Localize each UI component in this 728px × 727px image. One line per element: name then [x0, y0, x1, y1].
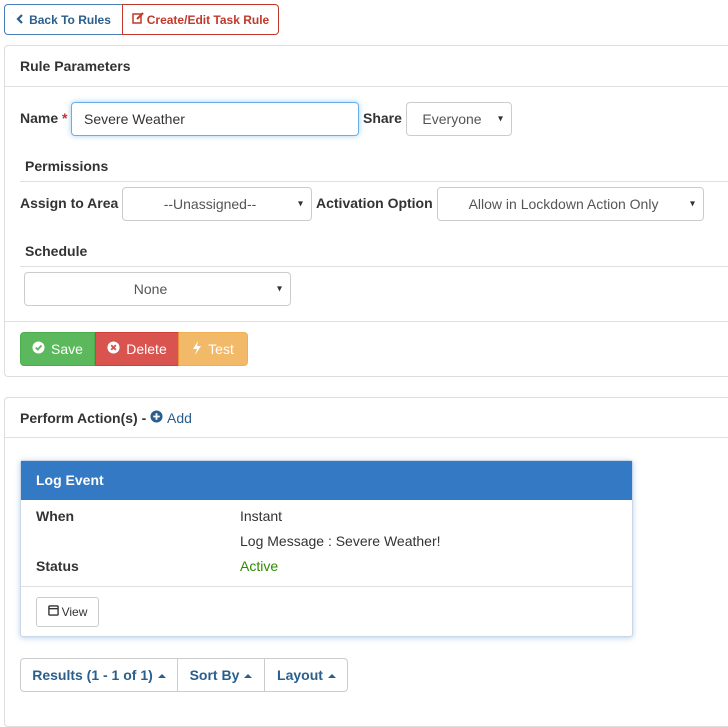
card-footer-divider — [21, 586, 632, 587]
share-select[interactable]: Everyone ▾ — [406, 102, 512, 136]
name-input-value: Severe Weather — [84, 111, 185, 127]
chevron-down-icon: ▾ — [689, 198, 695, 210]
name-input[interactable]: Severe Weather — [71, 102, 359, 136]
chevron-left-icon — [16, 13, 24, 27]
back-to-rules-label: Back To Rules — [29, 12, 111, 27]
schedule-title: Schedule — [25, 243, 88, 259]
schedule-select-value: None — [133, 281, 168, 297]
share-select-value: Everyone — [422, 111, 482, 127]
create-edit-label: Create/Edit Task Rule — [146, 12, 270, 27]
add-label: Add — [167, 410, 192, 426]
window-icon — [47, 605, 59, 619]
required-marker: * — [62, 110, 68, 126]
layout-dropdown[interactable]: Layout — [265, 658, 348, 692]
assign-to-area-select[interactable]: --Unassigned-- ▾ — [122, 187, 312, 221]
check-circle-icon — [32, 341, 45, 357]
add-action-link[interactable]: Add — [150, 410, 192, 426]
share-label: Share — [363, 110, 402, 126]
test-label: Test — [208, 341, 234, 357]
delete-label: Delete — [126, 341, 167, 357]
caret-up-icon — [157, 674, 166, 678]
view-label: View — [61, 605, 88, 619]
perform-header-divider — [5, 437, 728, 438]
rule-parameters-title: Rule Parameters — [20, 58, 131, 74]
sort-by-label: Sort By — [189, 667, 240, 683]
panel-header-divider — [5, 86, 728, 87]
permissions-divider — [20, 181, 728, 182]
assign-select-value: --Unassigned-- — [163, 196, 257, 212]
delete-button[interactable]: Delete — [95, 332, 179, 366]
edit-icon — [132, 12, 144, 27]
test-button[interactable]: Test — [178, 332, 248, 366]
results-label: Results (1 - 1 of 1) — [32, 667, 153, 683]
back-to-rules-button[interactable]: Back To Rules — [4, 4, 123, 35]
assign-to-area-label: Assign to Area — [20, 195, 119, 211]
log-event-card-header — [21, 461, 632, 500]
bolt-icon — [192, 340, 202, 358]
view-button[interactable]: View — [36, 597, 99, 627]
panel-footer-divider — [5, 321, 728, 322]
permissions-title: Permissions — [25, 158, 109, 174]
activation-option-select[interactable]: Allow in Lockdown Action Only ▾ — [437, 187, 704, 221]
layout-label: Layout — [277, 667, 323, 683]
when-label: When — [36, 508, 75, 524]
caret-up-icon — [244, 674, 253, 678]
status-label: Status — [36, 558, 79, 574]
activation-select-value: Allow in Lockdown Action Only — [468, 196, 659, 212]
when-value: Instant — [240, 508, 283, 524]
plus-circle-icon — [150, 410, 163, 426]
schedule-divider — [20, 266, 728, 267]
caret-up-icon — [327, 674, 336, 678]
activation-option-label: Activation Option — [316, 195, 433, 211]
times-circle-icon — [107, 341, 120, 357]
save-button[interactable]: Save — [20, 332, 95, 366]
chevron-down-icon: ▾ — [297, 198, 303, 210]
create-edit-task-rule-button[interactable]: Create/Edit Task Rule — [122, 4, 279, 35]
log-event-title: Log Event — [36, 472, 104, 488]
log-message-value: Log Message : Severe Weather! — [240, 533, 441, 549]
name-label: Name * — [20, 110, 68, 126]
sort-by-dropdown[interactable]: Sort By — [178, 658, 264, 692]
chevron-down-icon: ▾ — [497, 113, 503, 125]
results-dropdown[interactable]: Results (1 - 1 of 1) — [20, 658, 178, 692]
schedule-select[interactable]: None ▾ — [24, 272, 291, 306]
perform-actions-title: Perform Action(s) - — [20, 410, 147, 426]
chevron-down-icon: ▾ — [276, 283, 282, 295]
status-value: Active — [240, 558, 279, 574]
save-label: Save — [51, 341, 83, 357]
